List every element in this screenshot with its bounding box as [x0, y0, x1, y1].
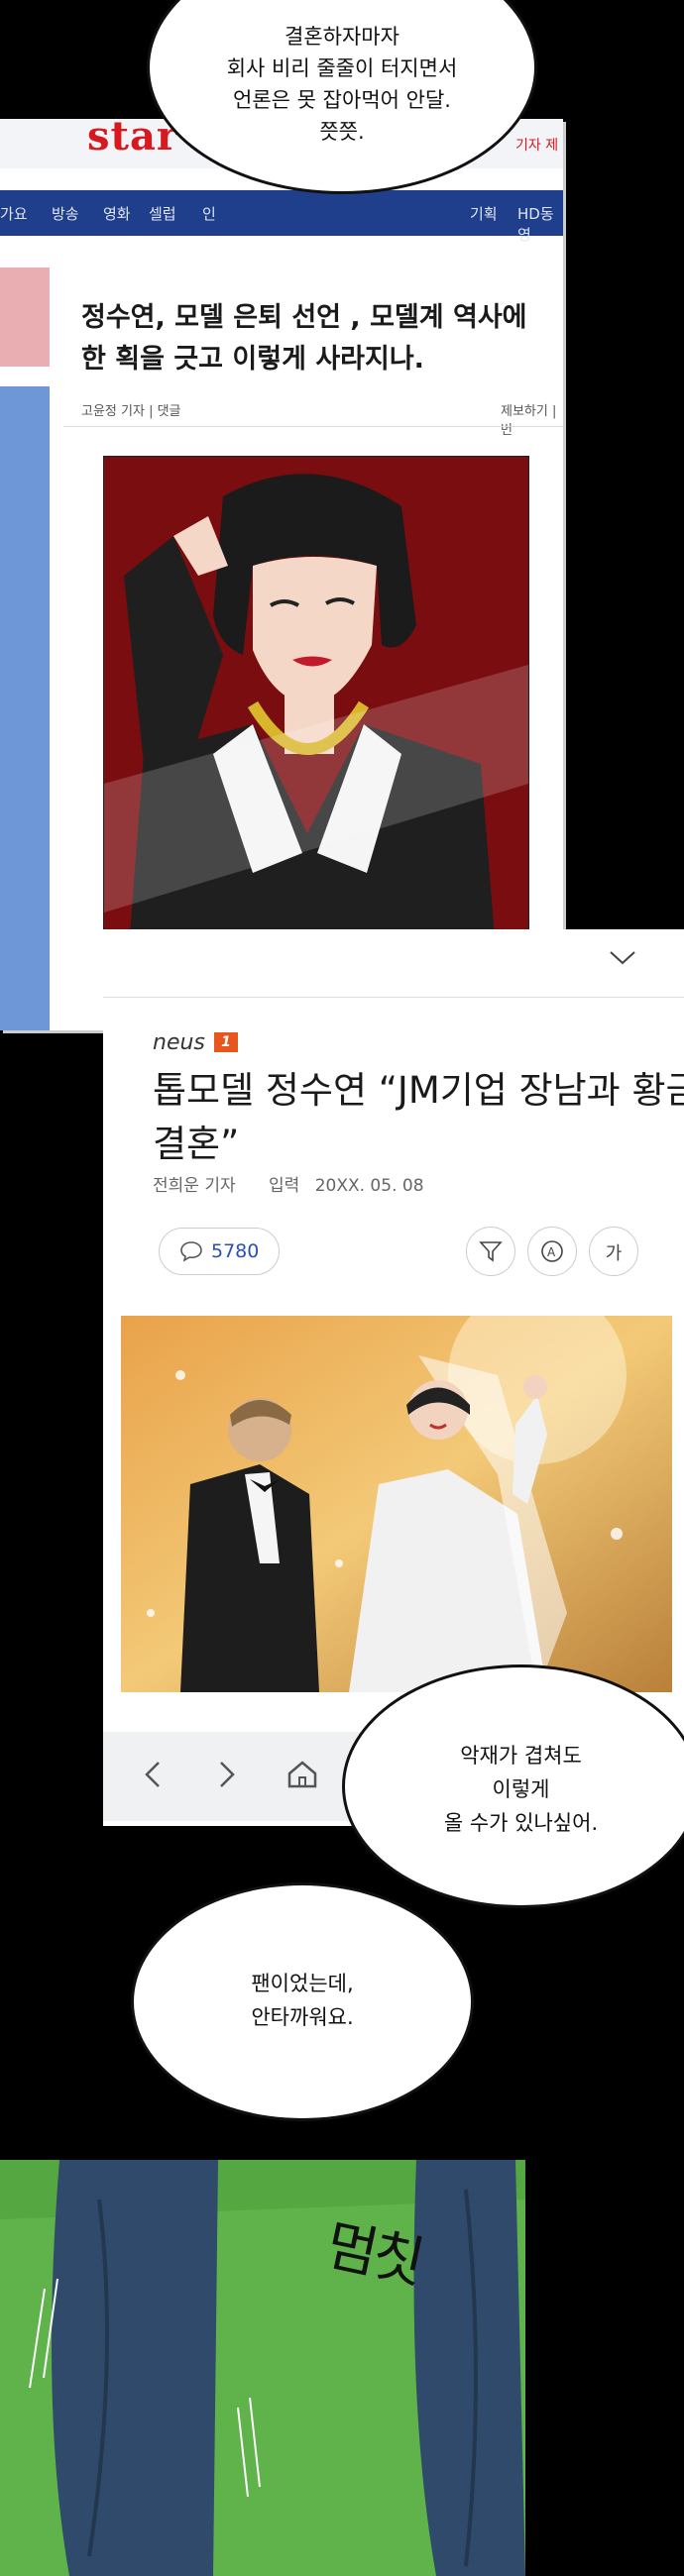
speech-text: 팬이었는데, 안타까워요. — [134, 1967, 471, 2034]
headline-line-1: 톱모델 정수연 “JM기업 장남과 황금빛 — [153, 1069, 684, 1112]
speech-bubble-lower: 팬이었는데, 안타까워요. — [131, 1882, 474, 2121]
speech-line: 이렇게 — [492, 1777, 550, 1801]
article-meta: 전희운 기자 입력 20XX. 05. 08 — [153, 1171, 424, 1196]
side-ad-banner — [0, 386, 50, 1030]
nav-item-movie[interactable]: 영화 — [103, 203, 131, 224]
article-headline: 톱모델 정수연 “JM기업 장남과 황금빛 결혼” — [153, 1064, 684, 1171]
speech-text: 결혼하자마자 회사 비리 줄줄이 터지면서 언론은 못 잡아먹어 안달. 쯧쯧. — [150, 21, 534, 148]
divider — [63, 426, 563, 427]
chevron-down-icon[interactable] — [609, 949, 636, 971]
article-photo-wedding — [121, 1316, 672, 1692]
side-ad-block — [0, 268, 50, 367]
font-size-button[interactable]: 가 — [589, 1227, 638, 1276]
category-nav: 가요 방송 영화 셀럽 인 기획 HD동영 — [0, 190, 563, 244]
speech-line: 악재가 겹쳐도 — [460, 1744, 582, 1768]
forward-arrow-icon[interactable] — [217, 1760, 237, 1789]
divider — [103, 997, 684, 998]
speech-line: 언론은 못 잡아먹어 안달. — [233, 88, 451, 112]
translate-button[interactable]: A — [527, 1227, 577, 1276]
funnel-icon — [479, 1241, 503, 1262]
speech-line: 쯧쯧. — [319, 120, 365, 144]
speech-line: 회사 비리 줄줄이 터지면서 — [226, 56, 458, 80]
speech-line: 결혼하자마자 — [285, 25, 399, 49]
speech-line: 올 수가 있나싶어. — [443, 1811, 599, 1835]
filter-button[interactable] — [466, 1227, 515, 1276]
nav-item-kpop[interactable]: 가요 — [0, 203, 28, 224]
nav-item-celeb[interactable]: 셀럽 — [149, 203, 176, 224]
stars-article-panel: star 기자 제 가요 방송 영화 셀럽 인 기획 HD동영 정수연, 모델 … — [0, 119, 563, 1030]
legs-on-grass-illustration — [0, 2160, 525, 2576]
nav-item-feature[interactable]: 기획 — [470, 203, 498, 224]
speech-bubble-middle: 악재가 겹쳐도 이렇게 올 수가 있나싶어. — [342, 1664, 684, 1908]
headline-line-2: 결혼” — [153, 1123, 240, 1165]
logo-badge: 1 — [214, 1032, 238, 1052]
comment-icon — [180, 1241, 202, 1262]
nav-item-hdvideo[interactable]: HD동영 — [517, 203, 563, 245]
speech-text: 악재가 겹쳐도 이렇게 올 수가 있나싶어. — [345, 1739, 684, 1840]
font-size-label: 가 — [605, 1243, 623, 1264]
comment-button[interactable]: 5780 — [159, 1228, 280, 1275]
article-byline: 전희운 기자 — [153, 1176, 236, 1196]
wedding-illustration — [121, 1316, 672, 1692]
translate-icon: A — [541, 1240, 563, 1262]
grass-legs-panel — [0, 2160, 525, 2576]
home-icon[interactable] — [286, 1760, 318, 1789]
nav-item-partial[interactable]: 인 — [202, 203, 216, 224]
article-headline: 정수연, 모델 은퇴 선언 , 모델계 역사에 한 획을 긋고 이렇게 사라지나… — [81, 302, 527, 375]
speech-line: 안타까워요. — [251, 2005, 354, 2029]
model-illustration — [104, 457, 528, 1012]
back-arrow-icon[interactable] — [143, 1760, 163, 1789]
publish-date: 20XX. 05. 08 — [314, 1176, 424, 1196]
article-byline: 고윤정 기자 | 댓글 — [81, 404, 181, 419]
comment-count: 5780 — [211, 1240, 260, 1262]
svg-text:A: A — [547, 1245, 556, 1259]
site-logo[interactable]: neus — [153, 1030, 205, 1055]
date-label: 입력 — [269, 1176, 300, 1196]
nav-item-broadcast[interactable]: 방송 — [52, 203, 79, 224]
report-link[interactable]: 제보하기 | 번 — [501, 400, 563, 438]
speech-line: 팬이었는데, — [251, 1972, 354, 1995]
